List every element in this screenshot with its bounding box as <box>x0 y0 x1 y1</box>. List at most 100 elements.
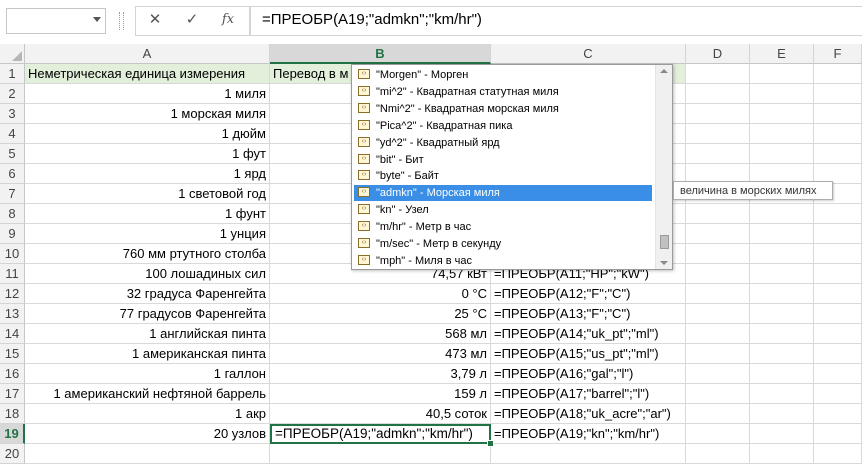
autocomplete-item[interactable]: ‹› "bit" - Бит <box>354 152 652 168</box>
row-header-12[interactable]: 12 <box>0 284 25 304</box>
autocomplete-item[interactable]: ‹› "m/sec" - Метр в секунду <box>354 236 652 252</box>
cell-b17[interactable]: 159 л <box>270 384 491 404</box>
cell-d16[interactable] <box>686 364 750 384</box>
cell-a6[interactable]: 1 ярд <box>25 164 270 184</box>
row-header-10[interactable]: 10 <box>0 244 25 264</box>
cell-f5[interactable] <box>814 144 862 164</box>
row-header-13[interactable]: 13 <box>0 304 25 324</box>
cell-e1[interactable] <box>750 64 814 84</box>
cell-f2[interactable] <box>814 84 862 104</box>
cell-e16[interactable] <box>750 364 814 384</box>
cell-e10[interactable] <box>750 244 814 264</box>
cell-b18[interactable]: 40,5 соток <box>270 404 491 424</box>
cell-a14[interactable]: 1 английская пинта <box>25 324 270 344</box>
cell-d14[interactable] <box>686 324 750 344</box>
row-header-18[interactable]: 18 <box>0 404 25 424</box>
cell-a10[interactable]: 760 мм ртутного столба <box>25 244 270 264</box>
row-header-17[interactable]: 17 <box>0 384 25 404</box>
cell-f15[interactable] <box>814 344 862 364</box>
cell-e17[interactable] <box>750 384 814 404</box>
cell-a7[interactable]: 1 световой год <box>25 184 270 204</box>
cell-a18[interactable]: 1 акр <box>25 404 270 424</box>
scroll-down-icon[interactable] <box>660 261 668 265</box>
cell-a11[interactable]: 100 лошадиных сил <box>25 264 270 284</box>
cell-d19[interactable] <box>686 424 750 444</box>
cell-a13[interactable]: 77 градусов Фаренгейта <box>25 304 270 324</box>
autocomplete-item[interactable]: ‹› "Pica^2" - Квадратная пика <box>354 118 652 134</box>
row-header-5[interactable]: 5 <box>0 144 25 164</box>
autocomplete-item[interactable]: ‹› "kn" - Узел <box>354 202 652 218</box>
cell-d20[interactable] <box>686 444 750 464</box>
cell-f3[interactable] <box>814 104 862 124</box>
cell-b19[interactable]: =ПРЕОБР(A19;"admkn";"km/hr") <box>270 424 491 444</box>
row-header-3[interactable]: 3 <box>0 104 25 124</box>
cell-c14[interactable]: =ПРЕОБР(A14;"uk_pt";"ml") <box>491 324 686 344</box>
autocomplete-item[interactable]: ‹› "yd^2" - Квадратный ярд <box>354 135 652 151</box>
column-header-f[interactable]: F <box>814 44 862 64</box>
column-header-b[interactable]: B <box>270 44 491 64</box>
cell-d1[interactable] <box>686 64 750 84</box>
cell-e4[interactable] <box>750 124 814 144</box>
cell-b14[interactable]: 568 мл <box>270 324 491 344</box>
row-header-15[interactable]: 15 <box>0 344 25 364</box>
cell-e13[interactable] <box>750 304 814 324</box>
cell-a12[interactable]: 32 градуса Фаренгейта <box>25 284 270 304</box>
cell-c13[interactable]: =ПРЕОБР(A13;"F";"C") <box>491 304 686 324</box>
row-header-4[interactable]: 4 <box>0 124 25 144</box>
cell-a4[interactable]: 1 дюйм <box>25 124 270 144</box>
cell-f17[interactable] <box>814 384 862 404</box>
row-header-8[interactable]: 8 <box>0 204 25 224</box>
select-all-corner[interactable] <box>0 44 25 64</box>
fill-handle[interactable] <box>487 440 494 447</box>
cell-b12[interactable]: 0 °C <box>270 284 491 304</box>
cell-a15[interactable]: 1 американская пинта <box>25 344 270 364</box>
cell-e5[interactable] <box>750 144 814 164</box>
cell-c17[interactable]: =ПРЕОБР(A17;"barrel";"l") <box>491 384 686 404</box>
cell-e11[interactable] <box>750 264 814 284</box>
cell-a20[interactable] <box>25 444 270 464</box>
autocomplete-item[interactable]: ‹› "byte" - Байт <box>354 168 652 184</box>
insert-function-icon[interactable]: fx <box>216 8 240 32</box>
cell-f14[interactable] <box>814 324 862 344</box>
cell-c15[interactable]: =ПРЕОБР(A15;"us_pt";"ml") <box>491 344 686 364</box>
cell-d8[interactable] <box>686 204 750 224</box>
autocomplete-item[interactable]: ‹› "mi^2" - Квадратная статутная миля <box>354 84 652 100</box>
scroll-up-icon[interactable] <box>660 69 668 73</box>
row-header-14[interactable]: 14 <box>0 324 25 344</box>
enter-icon[interactable]: ✓ <box>180 8 204 32</box>
cell-a5[interactable]: 1 фут <box>25 144 270 164</box>
cell-c18[interactable]: =ПРЕОБР(A18;"uk_acre";"ar") <box>491 404 686 424</box>
column-header-d[interactable]: D <box>686 44 750 64</box>
cell-d2[interactable] <box>686 84 750 104</box>
cell-d4[interactable] <box>686 124 750 144</box>
cell-e8[interactable] <box>750 204 814 224</box>
cell-d17[interactable] <box>686 384 750 404</box>
cell-c12[interactable]: =ПРЕОБР(A12;"F";"C") <box>491 284 686 304</box>
cell-a9[interactable]: 1 унция <box>25 224 270 244</box>
cell-f11[interactable] <box>814 264 862 284</box>
scroll-thumb[interactable] <box>660 235 669 249</box>
cell-a8[interactable]: 1 фунт <box>25 204 270 224</box>
cell-f10[interactable] <box>814 244 862 264</box>
cell-f1[interactable] <box>814 64 862 84</box>
cell-e15[interactable] <box>750 344 814 364</box>
cell-e18[interactable] <box>750 404 814 424</box>
column-header-c[interactable]: C <box>491 44 686 64</box>
cell-f16[interactable] <box>814 364 862 384</box>
cell-d12[interactable] <box>686 284 750 304</box>
autocomplete-item[interactable]: ‹› "m/hr" - Метр в час <box>354 219 652 235</box>
cell-d15[interactable] <box>686 344 750 364</box>
cell-b13[interactable]: 25 °C <box>270 304 491 324</box>
cell-f19[interactable] <box>814 424 862 444</box>
autocomplete-item[interactable]: ‹› "Morgen" - Морген <box>354 67 652 83</box>
cell-d9[interactable] <box>686 224 750 244</box>
cell-d5[interactable] <box>686 144 750 164</box>
cell-d11[interactable] <box>686 264 750 284</box>
cell-a2[interactable]: 1 миля <box>25 84 270 104</box>
row-header-11[interactable]: 11 <box>0 264 25 284</box>
cell-b20[interactable] <box>270 444 491 464</box>
cell-e14[interactable] <box>750 324 814 344</box>
cell-a3[interactable]: 1 морская миля <box>25 104 270 124</box>
cell-d18[interactable] <box>686 404 750 424</box>
row-header-6[interactable]: 6 <box>0 164 25 184</box>
